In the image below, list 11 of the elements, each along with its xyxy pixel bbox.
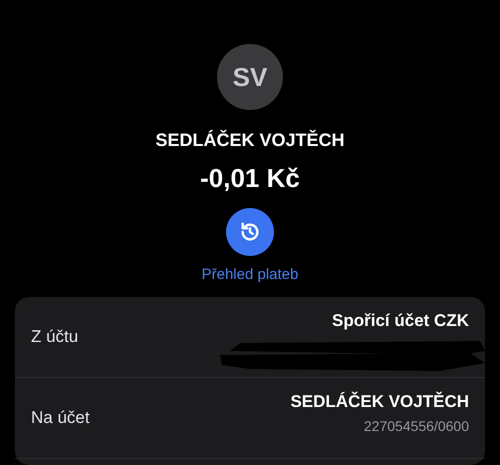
detail-value: Spořicí účet CZK bbox=[332, 311, 469, 331]
account-number: 227054556/0600 bbox=[364, 418, 469, 434]
detail-label: Na účet bbox=[31, 408, 90, 428]
contact-name: SEDLÁČEK VOJTĚCH bbox=[155, 130, 345, 151]
detail-label: Z účtu bbox=[31, 327, 78, 347]
payment-overview-link[interactable]: Přehled plateb bbox=[202, 266, 298, 283]
avatar: SV bbox=[217, 44, 283, 110]
detail-value: SEDLÁČEK VOJTĚCH bbox=[290, 392, 469, 412]
history-button[interactable] bbox=[226, 208, 274, 256]
amount: -0,01 Kč bbox=[200, 163, 300, 194]
history-icon bbox=[239, 221, 261, 243]
